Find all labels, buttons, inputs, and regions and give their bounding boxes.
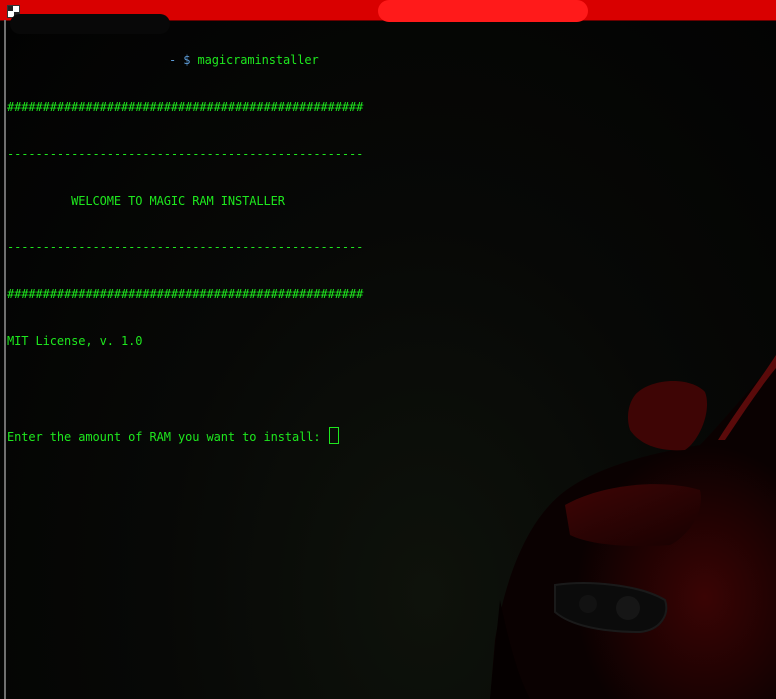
dash-border-top: ----------------------------------------… (7, 146, 364, 161)
ram-input-prompt: Enter the amount of RAM you want to inst… (7, 430, 328, 445)
dash-border-bottom: ----------------------------------------… (7, 240, 364, 255)
redacted-title (378, 0, 588, 22)
prompt-symbol: - $ (169, 53, 191, 68)
terminal-window: - $ magicraminstaller ##################… (0, 0, 776, 699)
text-cursor[interactable] (328, 427, 339, 445)
input-line[interactable]: Enter the amount of RAM you want to inst… (7, 427, 363, 445)
welcome-banner: WELCOME TO MAGIC RAM INSTALLER (7, 193, 285, 208)
license-line: MIT License, v. 1.0 (7, 333, 143, 348)
hash-border-top: ########################################… (7, 99, 364, 114)
prompt-line: - $ magicraminstaller (7, 53, 363, 69)
hash-border-bottom: ########################################… (7, 287, 364, 302)
terminal-output[interactable]: - $ magicraminstaller ##################… (7, 22, 363, 474)
window-border (4, 20, 6, 699)
command-text: magicraminstaller (197, 53, 319, 68)
